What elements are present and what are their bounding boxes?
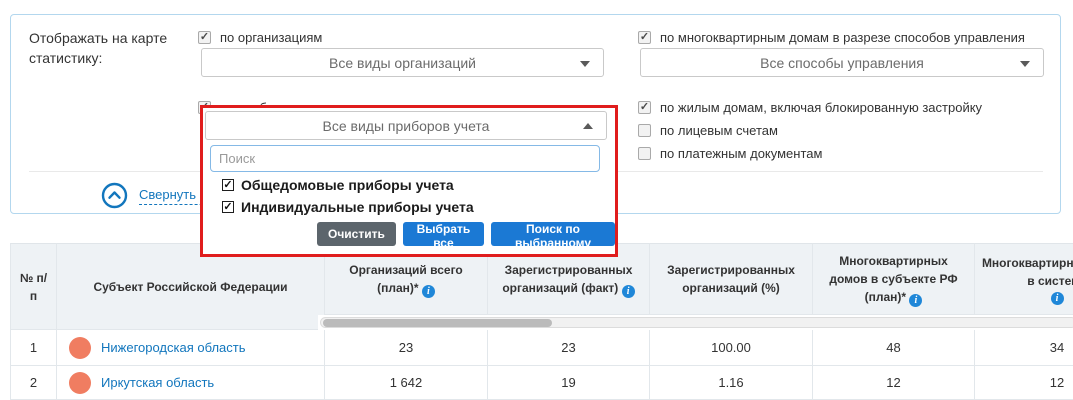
checkbox-by-organizations[interactable]: по организациям xyxy=(198,30,322,45)
option-common-house-meters[interactable]: Общедомовые приборы учета xyxy=(222,177,454,193)
regions-statistics-table: № п/п Субъект Российской Федерации Орган… xyxy=(10,243,1073,400)
header-label: Организаций всего (план)* xyxy=(349,263,463,295)
search-by-selected-button[interactable]: Поиск по выбранному xyxy=(491,222,615,246)
value-cell: 48 xyxy=(813,330,975,366)
checkbox-by-payment-documents[interactable]: по платежным документам xyxy=(638,146,822,161)
scrollbar-track[interactable] xyxy=(320,317,1073,328)
select-all-button[interactable]: Выбрать все xyxy=(403,222,484,246)
option-label: Общедомовые приборы учета xyxy=(241,177,454,193)
value-cell: 100.00 xyxy=(650,330,813,366)
region-link[interactable]: Иркутская область xyxy=(101,375,214,390)
region-marker-icon xyxy=(69,372,91,394)
meters-search-input[interactable] xyxy=(210,145,600,172)
chevron-up-circle-icon xyxy=(101,182,128,209)
region-marker-icon xyxy=(69,337,91,359)
checkbox-label: по платежным документам xyxy=(660,146,822,161)
dropdown-buttons: Очистить Выбрать все Поиск по выбранному xyxy=(317,222,615,246)
row-number: 1 xyxy=(10,330,57,366)
info-icon[interactable] xyxy=(422,285,435,298)
header-label: Многоквартирных домов в субъекте РФ (пла… xyxy=(829,254,957,304)
selected-value: Все виды приборов учета xyxy=(323,118,490,134)
region-link[interactable]: Нижегородская область xyxy=(101,340,246,355)
option-individual-meters[interactable]: Индивидуальные приборы учета xyxy=(222,199,474,215)
value-cell: 23 xyxy=(325,330,488,366)
info-icon[interactable] xyxy=(1051,292,1064,305)
header-label: Многоквартирных домов в системе xyxy=(982,256,1073,288)
column-header-number: № п/п xyxy=(10,243,57,330)
checkbox-by-accounts[interactable]: по лицевым счетам xyxy=(638,123,778,138)
option-label: Индивидуальные приборы учета xyxy=(241,199,474,215)
checkbox-by-apartment-buildings[interactable]: по многоквартирным домам в разрезе спосо… xyxy=(638,30,1025,45)
checkbox-icon[interactable] xyxy=(638,101,651,114)
checkbox-label: по многоквартирным домам в разрезе спосо… xyxy=(660,30,1025,45)
value-cell: 23 xyxy=(488,330,650,366)
row-number: 2 xyxy=(10,366,57,400)
value-cell: 1.16 xyxy=(650,366,813,400)
organizations-type-select[interactable]: Все виды организаций xyxy=(201,48,604,77)
header-label: Зарегистрированных организаций (%) xyxy=(656,261,806,297)
value-cell: 1 642 xyxy=(325,366,488,400)
chevron-down-icon xyxy=(1020,61,1030,67)
checkbox-by-residential[interactable]: по жилым домам, включая блокированную за… xyxy=(638,100,982,115)
selected-value: Все способы управления xyxy=(760,55,924,71)
checkbox-icon[interactable] xyxy=(638,147,651,160)
selected-value: Все виды организаций xyxy=(329,55,476,71)
value-cell: 12 xyxy=(975,366,1073,400)
column-header-orgs-percent: Зарегистрированных организаций (%) xyxy=(650,243,813,315)
clear-button[interactable]: Очистить xyxy=(317,222,396,246)
checkbox-label: по жилым домам, включая блокированную за… xyxy=(660,100,982,115)
meters-type-select[interactable]: Все виды приборов учета xyxy=(205,111,607,140)
checkbox-icon[interactable] xyxy=(222,179,234,191)
chevron-down-icon xyxy=(580,61,590,67)
checkbox-label: по лицевым счетам xyxy=(660,123,778,138)
info-icon[interactable] xyxy=(622,285,635,298)
header-label: Зарегистрированных организаций (факт) xyxy=(502,263,632,295)
region-cell: Нижегородская область xyxy=(57,330,325,366)
region-cell: Иркутская область xyxy=(57,366,325,400)
value-cell: 34 xyxy=(975,330,1073,366)
value-cell: 12 xyxy=(813,366,975,400)
checkbox-icon[interactable] xyxy=(638,124,651,137)
header-label: № п/п xyxy=(17,269,50,305)
checkbox-icon[interactable] xyxy=(198,31,211,44)
chevron-up-icon xyxy=(583,123,593,129)
header-label: Субъект Российской Федерации xyxy=(93,278,287,296)
checkbox-label: по организациям xyxy=(220,30,322,45)
value-cell: 19 xyxy=(488,366,650,400)
column-header-mkd-plan: Многоквартирных домов в субъекте РФ (пла… xyxy=(813,243,975,315)
checkbox-icon[interactable] xyxy=(222,201,234,213)
panel-title: Отображать на карте статистику: xyxy=(29,28,189,69)
column-header-mkd-system: Многоквартирных домов в системе xyxy=(975,243,1073,315)
table-horizontal-scrollbar xyxy=(318,315,1073,330)
info-icon[interactable] xyxy=(909,294,922,307)
management-type-select[interactable]: Все способы управления xyxy=(640,48,1044,77)
scrollbar-thumb[interactable] xyxy=(323,319,552,327)
page: Отображать на карте статистику: по орган… xyxy=(0,0,1073,400)
meters-dropdown-popup-highlighted: Все виды приборов учета Общедомовые приб… xyxy=(200,105,618,257)
checkbox-icon[interactable] xyxy=(638,31,651,44)
